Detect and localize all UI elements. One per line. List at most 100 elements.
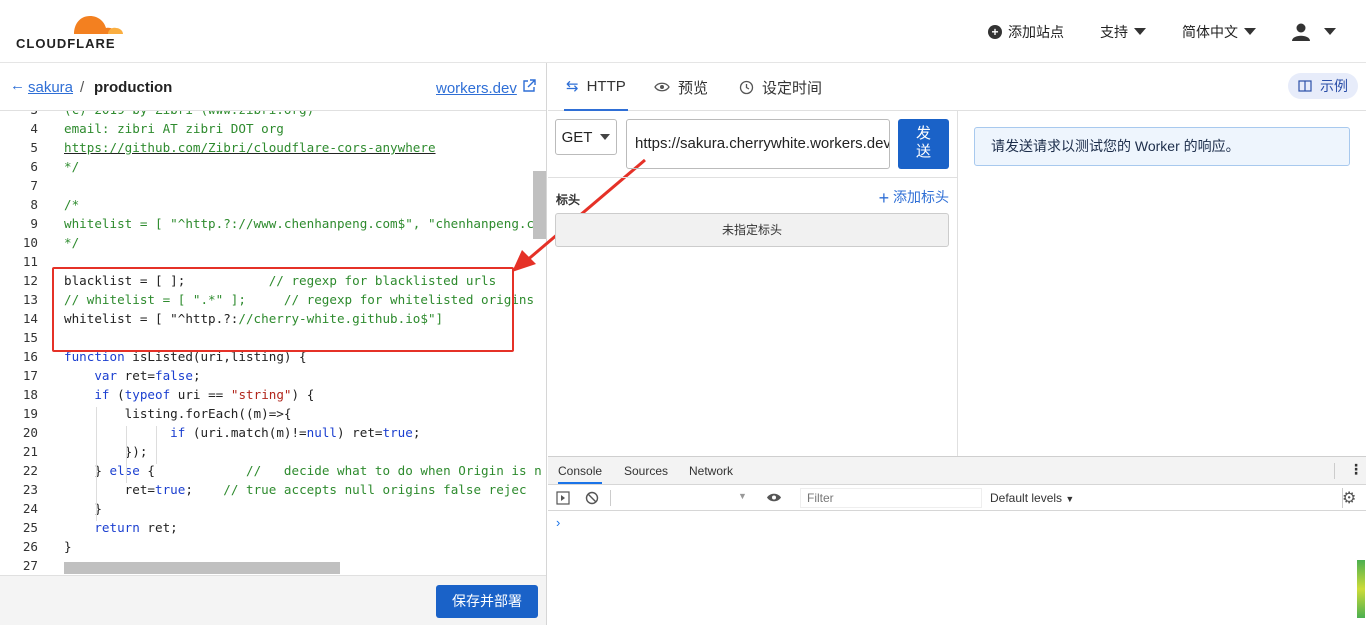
tab-preview[interactable]: 预览 [654,63,708,111]
tab-http[interactable]: ⇆ HTTP [564,63,628,111]
kebab-menu-icon[interactable]: ⋮ [1349,461,1363,478]
support-label: 支持 [1100,23,1128,40]
eye-icon[interactable] [766,492,782,503]
support-menu[interactable]: 支持 [1100,22,1146,42]
examples-button[interactable]: 示例 [1288,73,1358,99]
code-line[interactable]: 9 whitelist = [ "^http.?://www.chenhanpen… [0,214,546,233]
line-number: 8 [30,197,38,212]
editor-horizontal-scrollbar[interactable] [64,562,340,574]
line-number: 23 [22,482,38,497]
request-panel: GET https://sakura.cherrywhite.workers.d… [548,111,958,456]
tab-schedule[interactable]: 设定时间 [739,63,822,111]
language-label: 简体中文 [1182,23,1238,40]
sidebar-toggle-icon[interactable] [556,491,570,505]
external-link-icon[interactable] [522,79,536,93]
code-line[interactable]: 24 } [0,499,546,518]
top-navbar: CLOUDFLARE + 添加站点 支持 简体中文 [0,0,1366,63]
code-line[interactable]: 5 https://github.com/Zibri/cloudflare-cor… [0,138,546,157]
clear-console-icon[interactable] [585,491,599,505]
clock-icon [739,80,754,94]
send-label-line2: 送 [915,143,931,160]
method-value: GET [561,128,593,146]
tab-preview-label: 预览 [678,79,709,97]
breadcrumb-account-link[interactable]: sakura [28,79,73,96]
code-text: } [64,539,72,554]
code-line[interactable]: 3 (c) 2019 by Zibri (www.zibri.org) [0,111,546,119]
caret-down-icon: ▼ [1065,494,1075,504]
add-header-button[interactable]: + 添加标头 [879,187,949,209]
code-line[interactable]: 26} [0,537,546,556]
code-text: ret=true; // true accepts null origins f… [64,482,527,497]
line-number: 10 [22,235,38,250]
workers-dev-link[interactable]: workers.dev [436,80,517,97]
devtools-tab-sources[interactable]: Sources [624,464,668,478]
line-number: 19 [22,406,38,421]
line-number: 9 [30,216,38,231]
devtools-tab-network[interactable]: Network [689,464,733,478]
code-line[interactable]: 20 if (uri.match(m)!=null) ret=true; [0,423,546,442]
send-button[interactable]: 发 送 [898,119,949,169]
eye-icon [654,82,670,92]
code-line[interactable]: 18 if (typeof uri == "string") { [0,385,546,404]
caret-down-icon [1134,28,1146,35]
preview-tabs: ⇆ HTTP 预览 设定时间 示例 [548,63,1366,111]
code-line[interactable]: 10 */ [0,233,546,252]
devtools-panel: Console Sources Network ⋮ ▼ Filter Defau… [548,456,1366,625]
add-site-button[interactable]: + 添加站点 [988,22,1064,42]
line-number: 16 [22,349,38,364]
code-text: } else { // decide what to do when Origi… [64,463,542,478]
line-number: 7 [30,178,38,193]
cloudflare-logo[interactable]: CLOUDFLARE [16,10,126,51]
code-text: listing.forEach((m)=>{ [64,406,292,421]
save-and-deploy-button[interactable]: 保存并部署 [436,585,538,618]
code-line[interactable]: 4 email: zibri AT zibri DOT org [0,119,546,138]
code-line[interactable]: 23 ret=true; // true accepts null origin… [0,480,546,499]
logo-text: CLOUDFLARE [16,36,116,51]
code-line[interactable]: 6 */ [0,157,546,176]
console-filter-input[interactable]: Filter [800,488,982,508]
line-number: 24 [22,501,38,516]
devtools-tab-console[interactable]: Console [558,464,603,484]
code-text: */ [64,159,80,174]
line-number: 3 [0,111,38,119]
user-icon [1292,23,1310,41]
send-label-line1: 发 [915,125,931,142]
code-line[interactable]: 19 listing.forEach((m)=>{ [0,404,546,423]
back-arrow-icon[interactable]: ← [10,77,25,94]
line-number: 21 [22,444,38,459]
gear-icon[interactable]: ⚙ [1342,488,1356,508]
examples-label: 示例 [1320,78,1348,94]
user-menu[interactable] [1292,23,1336,41]
code-line[interactable]: 25 return ret; [0,518,546,537]
headers-label: 标头 [556,193,581,207]
line-number: 5 [30,140,38,155]
context-dropdown-icon[interactable]: ▼ [738,491,747,501]
console-prompt[interactable]: › [556,515,560,530]
caret-down-icon [1324,28,1336,35]
code-line[interactable]: 17 var ret=false; [0,366,546,385]
plus-circle-icon: + [988,24,1002,39]
devtools-tabs: Console Sources Network ⋮ [548,457,1366,485]
log-levels-label: Default levels [990,491,1063,505]
code-line[interactable]: 8 /* [0,195,546,214]
plus-icon: + [878,188,890,208]
code-line[interactable]: 21 }); [0,442,546,461]
highlight-box [52,267,514,352]
book-icon [1298,80,1312,92]
indent-guide [156,426,157,464]
code-line[interactable]: 7 [0,176,546,195]
language-menu[interactable]: 简体中文 [1182,22,1256,42]
line-number: 4 [30,121,38,136]
code-text: }); [64,444,148,459]
code-text: email: zibri AT zibri DOT org [64,121,284,136]
code-line[interactable]: 22 } else { // decide what to do when Or… [0,461,546,480]
url-input[interactable]: https://sakura.cherrywhite.workers.dev [626,119,890,169]
breadcrumb-separator: / [80,79,85,96]
log-levels-dropdown[interactable]: Default levels ▼ [990,491,1074,505]
code-text: /* [64,197,80,212]
line-number: 6 [30,159,38,174]
line-number: 12 [22,273,38,288]
method-select[interactable]: GET [555,119,617,155]
console-toolbar: ▼ Filter Default levels ▼ ⚙ [548,485,1366,511]
tab-http-label: HTTP [586,77,626,95]
